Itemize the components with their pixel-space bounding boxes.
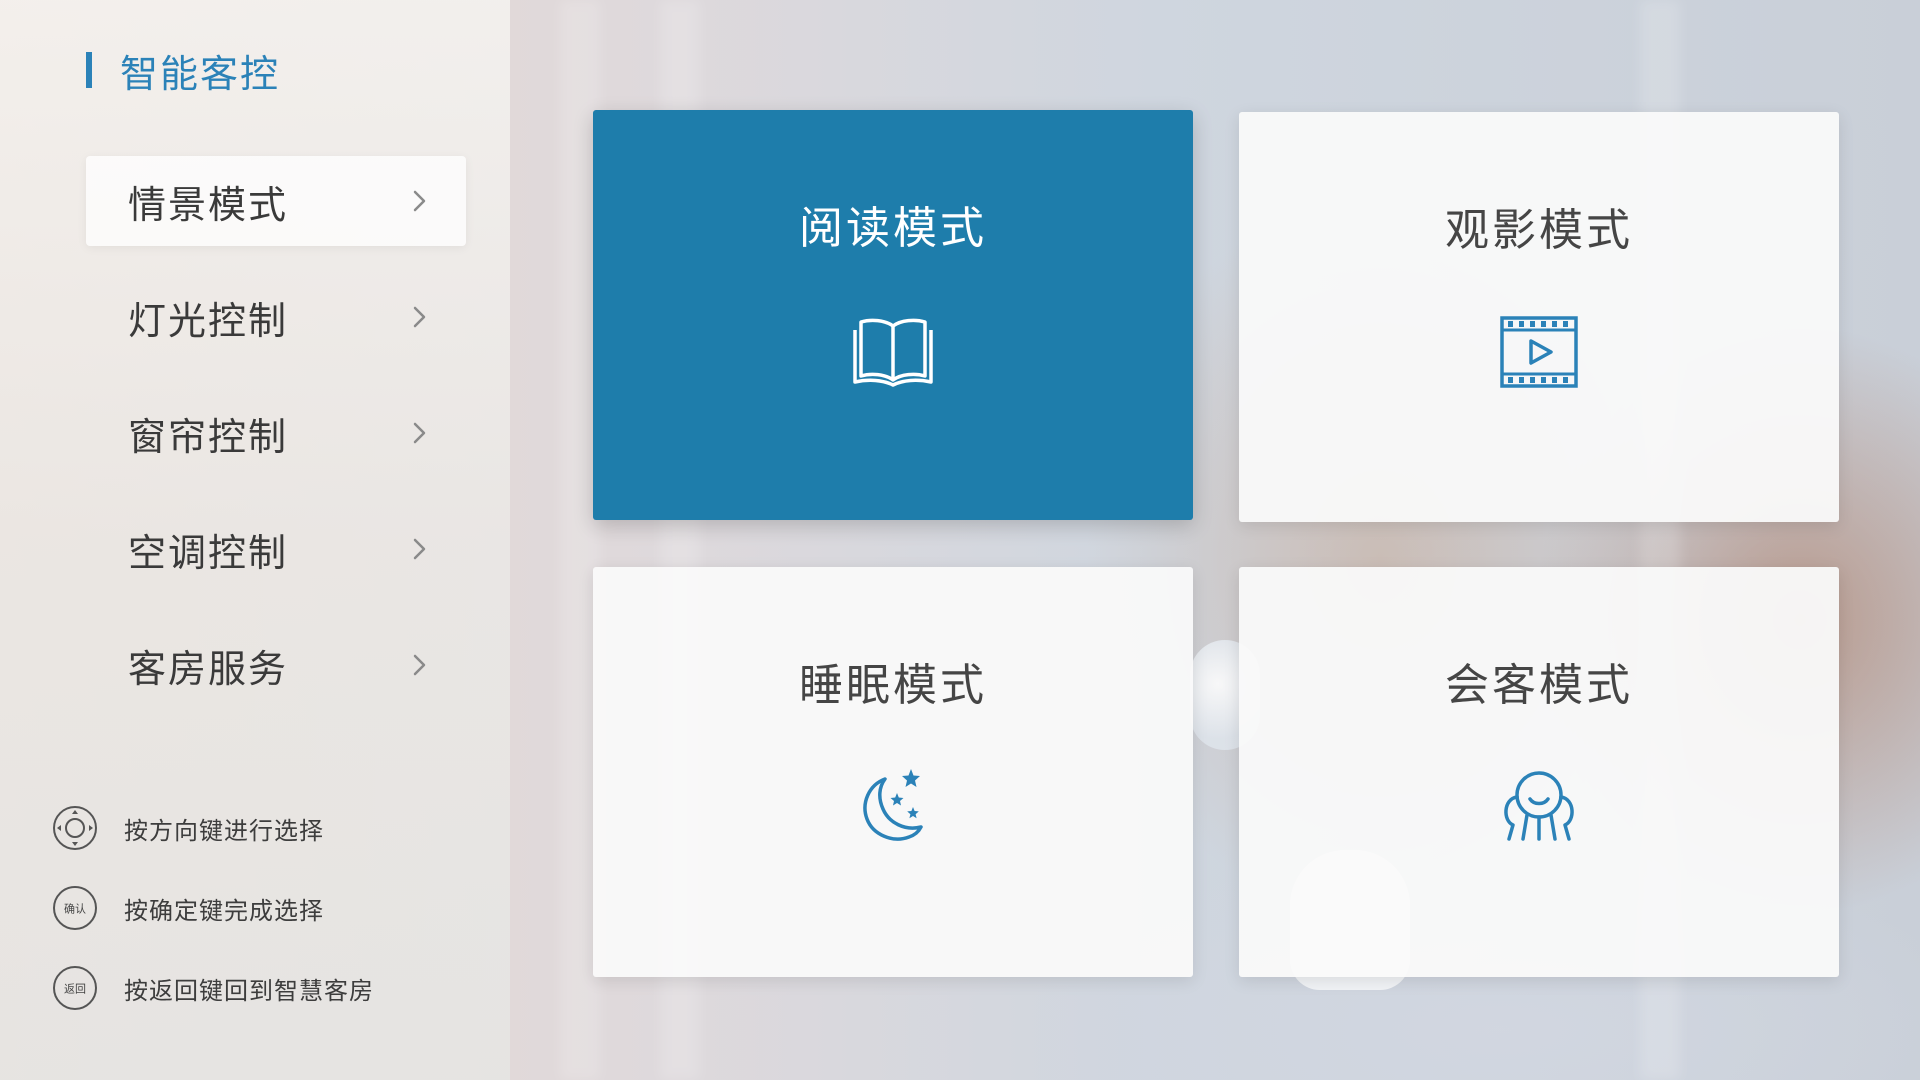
hint-text: 按方向键进行选择 bbox=[124, 816, 324, 845]
back-key-icon: 返回 bbox=[53, 966, 97, 1010]
sidebar-item-label: 客房服务 bbox=[128, 646, 289, 691]
sidebar-menu: 情景模式 灯光控制 窗帘控制 空调控制 客房服务 bbox=[86, 156, 466, 736]
mode-card-meeting[interactable]: 会客模式 bbox=[1239, 567, 1839, 977]
mode-card-label: 会客模式 bbox=[1445, 660, 1633, 711]
app-title: 智能客控 bbox=[120, 51, 281, 96]
mode-card-label: 观影模式 bbox=[1445, 205, 1633, 256]
mode-card-reading[interactable]: 阅读模式 bbox=[593, 110, 1193, 520]
screen: 智能客控 情景模式 灯光控制 窗帘控制 空调控制 客房服务 按方向键进行选择 确… bbox=[0, 0, 1920, 1080]
chevron-right-icon bbox=[413, 306, 426, 328]
sidebar-item-scene-mode[interactable]: 情景模式 bbox=[86, 156, 466, 246]
hint-text: 按返回键回到智慧客房 bbox=[124, 976, 374, 1005]
hint-back: 返回 按返回键回到智慧客房 bbox=[52, 964, 374, 1012]
sidebar-item-lighting-control[interactable]: 灯光控制 bbox=[86, 272, 466, 362]
sidebar-item-label: 情景模式 bbox=[128, 182, 289, 227]
mode-card-label: 睡眠模式 bbox=[799, 660, 987, 711]
hint-dpad: 按方向键进行选择 bbox=[52, 804, 374, 852]
sidebar-item-label: 窗帘控制 bbox=[128, 414, 289, 459]
chevron-right-icon bbox=[413, 422, 426, 444]
confirm-key-label: 确认 bbox=[64, 903, 86, 916]
app-header: 智能客控 bbox=[86, 48, 280, 96]
back-key-label: 返回 bbox=[64, 983, 86, 996]
sidebar-item-curtain-control[interactable]: 窗帘控制 bbox=[86, 388, 466, 478]
remote-hints: 按方向键进行选择 确认 按确定键完成选择 返回 按返回键回到智慧客房 bbox=[52, 804, 374, 1044]
sidebar-item-label: 空调控制 bbox=[128, 530, 289, 575]
sidebar-item-label: 灯光控制 bbox=[128, 298, 289, 343]
sidebar-item-ac-control[interactable]: 空调控制 bbox=[86, 504, 466, 594]
guests-icon bbox=[1504, 771, 1574, 841]
sidebar-item-room-service[interactable]: 客房服务 bbox=[86, 620, 466, 710]
moon-stars-icon bbox=[863, 769, 923, 841]
book-icon bbox=[853, 318, 933, 387]
sidebar: 智能客控 情景模式 灯光控制 窗帘控制 空调控制 客房服务 按方向键进行选择 确… bbox=[0, 0, 510, 1080]
hint-confirm: 确认 按确定键完成选择 bbox=[52, 884, 374, 932]
film-icon bbox=[1500, 316, 1578, 388]
dpad-icon bbox=[53, 806, 97, 850]
confirm-key-icon: 确认 bbox=[53, 886, 97, 930]
chevron-right-icon bbox=[413, 654, 426, 676]
title-accent-bar bbox=[86, 52, 92, 88]
mode-card-sleep[interactable]: 睡眠模式 bbox=[593, 567, 1193, 977]
hint-text: 按确定键完成选择 bbox=[124, 896, 324, 925]
chevron-right-icon bbox=[413, 538, 426, 560]
chevron-right-icon bbox=[413, 190, 426, 212]
mode-card-label: 阅读模式 bbox=[799, 203, 987, 254]
mode-card-movie[interactable]: 观影模式 bbox=[1239, 112, 1839, 522]
